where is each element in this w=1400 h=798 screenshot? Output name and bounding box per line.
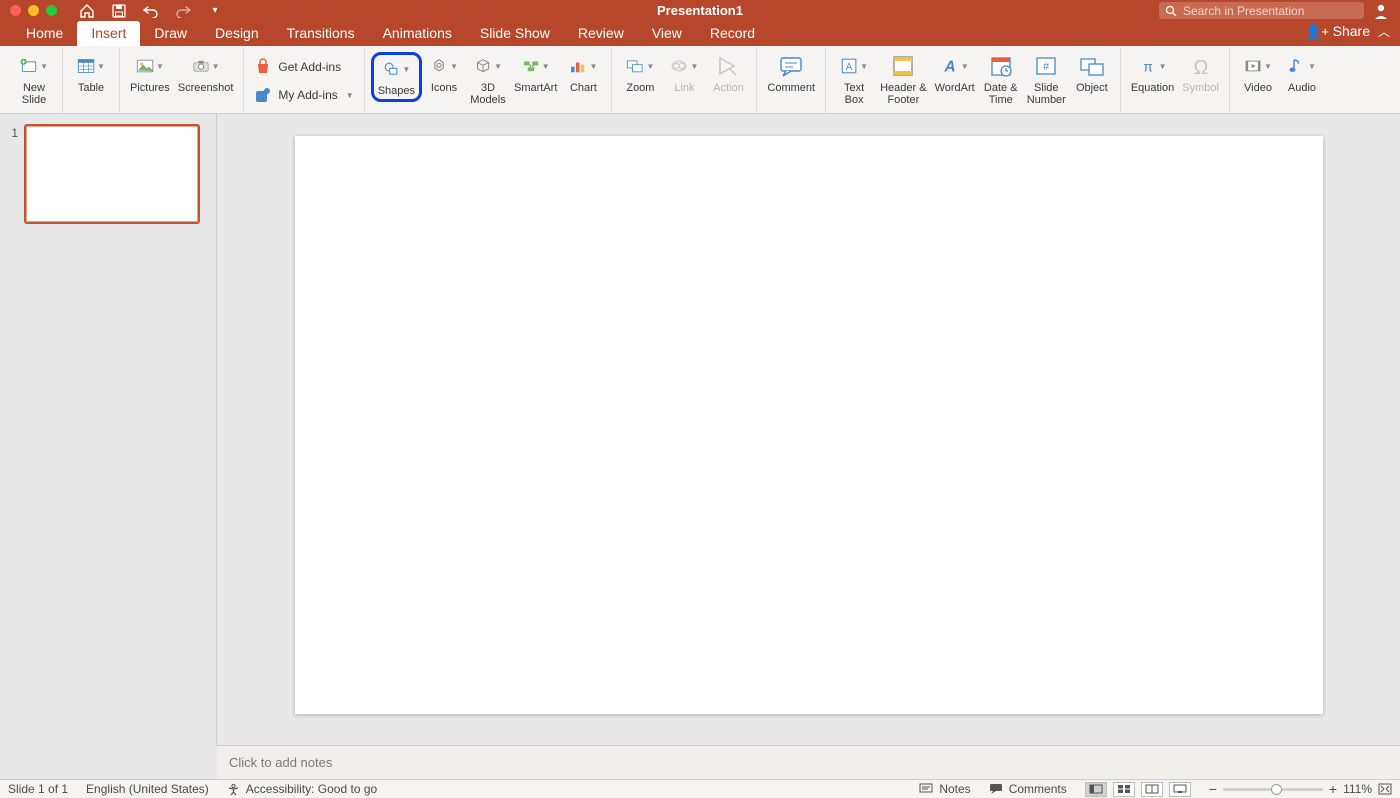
workspace: 1 (0, 114, 1400, 745)
normal-view-button[interactable] (1085, 782, 1107, 797)
accessibility-icon (227, 783, 240, 796)
slide-number-button[interactable]: # Slide Number (1023, 52, 1070, 106)
view-buttons (1085, 782, 1191, 797)
thumbnail-number: 1 (8, 124, 18, 224)
audio-button[interactable]: ▼ Audio (1280, 52, 1324, 94)
close-window[interactable] (10, 5, 21, 16)
search-input[interactable]: Search in Presentation (1159, 2, 1364, 19)
date-time-button[interactable]: Date & Time (979, 52, 1023, 106)
store-icon (254, 58, 272, 76)
home-icon[interactable] (79, 3, 95, 19)
tab-slideshow[interactable]: Slide Show (466, 21, 564, 46)
comment-button[interactable]: Comment (763, 52, 819, 94)
table-button[interactable]: ▼ Table (69, 52, 113, 94)
tab-draw[interactable]: Draw (140, 21, 201, 46)
svg-text:#: # (1043, 61, 1050, 73)
zoom-slider[interactable] (1223, 788, 1323, 791)
svg-text:A: A (846, 62, 853, 73)
link-button: ▼ Link (662, 52, 706, 94)
video-button[interactable]: ▼ Video (1236, 52, 1280, 94)
zoom-controls: − + 111% (1209, 781, 1392, 797)
screenshot-button[interactable]: ▼ Screenshot (174, 52, 238, 94)
undo-icon[interactable] (143, 3, 159, 19)
share-button[interactable]: 👤+ Share (1305, 23, 1370, 40)
notes-placeholder: Click to add notes (229, 755, 332, 770)
svg-text:π: π (1143, 59, 1153, 75)
search-placeholder: Search in Presentation (1183, 4, 1304, 18)
my-addins-button[interactable]: My Add-ins▼ (250, 84, 357, 106)
textbox-button[interactable]: A▼ Text Box (832, 52, 876, 106)
redo-icon[interactable] (175, 3, 191, 19)
notes-icon (919, 783, 933, 795)
zoom-value[interactable]: 111% (1343, 782, 1372, 796)
zoom-out-button[interactable]: − (1209, 781, 1217, 797)
maximize-window[interactable] (46, 5, 57, 16)
save-icon[interactable] (111, 3, 127, 19)
comments-icon (989, 783, 1003, 795)
status-notes-button[interactable]: Notes (919, 782, 970, 796)
status-language[interactable]: English (United States) (86, 782, 209, 796)
3d-models-button[interactable]: ▼ 3D Models (466, 52, 510, 106)
minimize-window[interactable] (28, 5, 39, 16)
slide-canvas-area[interactable] (217, 114, 1400, 745)
new-slide-button[interactable]: ▼ New Slide (12, 52, 56, 106)
ribbon: ▼ New Slide ▼ Table ▼ Pictures ▼ (0, 46, 1400, 114)
action-button: Action (706, 52, 750, 94)
sorter-view-button[interactable] (1113, 782, 1135, 797)
slide-thumbnails-panel[interactable]: 1 (0, 114, 217, 745)
status-slide-count[interactable]: Slide 1 of 1 (8, 782, 68, 796)
collapse-ribbon-icon[interactable]: ︿ (1378, 23, 1390, 40)
slideshow-view-button[interactable] (1169, 782, 1191, 797)
tab-insert[interactable]: Insert (77, 21, 140, 46)
pictures-button[interactable]: ▼ Pictures (126, 52, 174, 94)
tab-animations[interactable]: Animations (369, 21, 466, 46)
fit-to-window-button[interactable] (1378, 783, 1392, 795)
tab-review[interactable]: Review (564, 21, 638, 46)
chart-button[interactable]: ▼ Chart (561, 52, 605, 94)
ribbon-tabs: Home Insert Draw Design Transitions Anim… (0, 21, 1400, 46)
svg-text:A: A (943, 59, 955, 76)
equation-button[interactable]: π▼ Equation (1127, 52, 1178, 94)
status-accessibility[interactable]: Accessibility: Good to go (227, 782, 377, 796)
status-comments-button[interactable]: Comments (989, 782, 1067, 796)
tab-view[interactable]: View (638, 21, 696, 46)
tab-transitions[interactable]: Transitions (273, 21, 369, 46)
tab-design[interactable]: Design (201, 21, 273, 46)
slide[interactable] (295, 136, 1323, 714)
symbol-button: Ω Symbol (1178, 52, 1223, 94)
zoom-button[interactable]: ▼ Zoom (618, 52, 662, 94)
object-button[interactable]: Object (1070, 52, 1114, 94)
get-addins-button[interactable]: Get Add-ins (250, 56, 357, 78)
user-avatar-icon[interactable] (1372, 2, 1390, 20)
svg-text:Ω: Ω (1193, 57, 1208, 78)
slide-thumbnail-1[interactable] (24, 124, 200, 224)
smartart-button[interactable]: ▼ SmartArt (510, 52, 561, 94)
icons-button[interactable]: ▼ Icons (422, 52, 466, 94)
tab-record[interactable]: Record (696, 21, 769, 46)
header-footer-button[interactable]: Header & Footer (876, 52, 930, 106)
zoom-in-button[interactable]: + (1329, 781, 1337, 797)
wordart-button[interactable]: A▼ WordArt (931, 52, 979, 94)
status-bar: Slide 1 of 1 English (United States) Acc… (0, 779, 1400, 798)
shapes-button[interactable]: ▼ Shapes (371, 52, 422, 102)
qat-more-icon[interactable]: ▾ (207, 3, 223, 19)
tab-home[interactable]: Home (12, 21, 77, 46)
window-controls (0, 5, 57, 16)
notes-pane[interactable]: Click to add notes (217, 745, 1400, 779)
addins-icon (254, 86, 272, 104)
reading-view-button[interactable] (1141, 782, 1163, 797)
titlebar: ▾ Presentation1 Search in Presentation (0, 0, 1400, 21)
